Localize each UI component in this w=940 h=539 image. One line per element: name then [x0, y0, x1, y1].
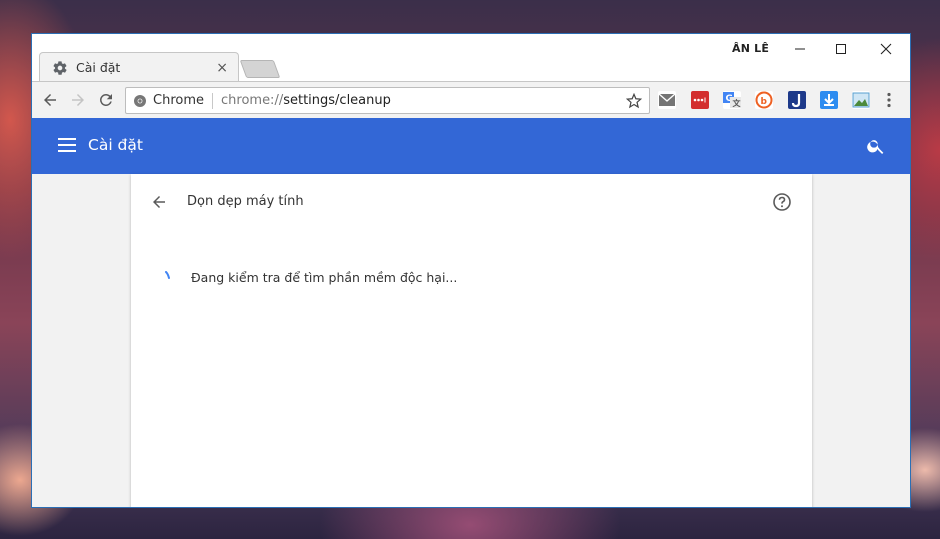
close-icon	[880, 43, 892, 55]
google-translate-icon[interactable]: G文	[723, 91, 741, 109]
maximize-icon	[836, 44, 846, 54]
maximize-button[interactable]	[830, 40, 852, 58]
chrome-menu-button[interactable]	[881, 88, 897, 112]
profile-name[interactable]: ÂN LÊ	[732, 42, 769, 55]
omnibox[interactable]: Chrome chrome://settings/cleanup	[125, 87, 650, 114]
image-extension-icon[interactable]	[852, 91, 870, 109]
minimize-button[interactable]	[789, 40, 811, 58]
back-button[interactable]	[38, 88, 62, 112]
cleanup-card: Dọn dẹp máy tính Đang kiểm tra để tìm ph…	[131, 174, 812, 507]
title-bar: Cài đặt × ÂN LÊ	[32, 34, 910, 82]
forward-arrow-icon	[72, 94, 84, 106]
minimize-icon	[795, 48, 805, 50]
url-path: settings/cleanup	[283, 93, 391, 108]
kebab-menu-icon	[887, 92, 891, 108]
bitly-icon[interactable]: b	[755, 91, 773, 109]
close-window-button[interactable]	[875, 40, 897, 58]
j-extension-icon[interactable]	[788, 91, 806, 109]
new-tab-button[interactable]	[239, 60, 281, 78]
chrome-icon	[133, 94, 147, 108]
search-icon[interactable]	[866, 136, 886, 156]
loading-spinner	[163, 266, 173, 279]
scan-status-text: Đang kiểm tra để tìm phần mềm độc hại...	[191, 270, 458, 285]
tab-close-icon[interactable]: ×	[216, 61, 228, 75]
omnibox-divider	[212, 92, 213, 109]
forward-button[interactable]	[66, 88, 90, 112]
lastpass-icon[interactable]	[691, 91, 709, 109]
back-arrow-icon[interactable]	[150, 193, 168, 211]
tab-title: Cài đặt	[76, 60, 121, 75]
chrome-window: Cài đặt × ÂN LÊ Chrome chrome://settings…	[31, 33, 911, 508]
page-title: Dọn dẹp máy tính	[187, 194, 304, 209]
back-arrow-icon	[44, 94, 56, 106]
hamburger-menu-icon[interactable]	[58, 138, 76, 152]
svg-text:b: b	[761, 97, 768, 107]
reload-button[interactable]	[94, 88, 118, 112]
svg-text:文: 文	[733, 98, 742, 108]
settings-title: Cài đặt	[88, 136, 143, 154]
toolbar: Chrome chrome://settings/cleanup G文 b	[32, 81, 910, 118]
url-text[interactable]: chrome://settings/cleanup	[221, 93, 623, 108]
download-icon[interactable]	[820, 91, 838, 109]
gear-icon	[52, 60, 68, 76]
bookmark-star-icon[interactable]	[623, 90, 645, 112]
settings-header: Cài đặt	[32, 118, 910, 174]
gmail-icon[interactable]	[658, 91, 676, 109]
url-scheme: chrome://	[221, 93, 284, 108]
site-chip-label: Chrome	[153, 93, 204, 108]
help-icon[interactable]	[772, 192, 792, 212]
tab-settings[interactable]: Cài đặt ×	[39, 52, 239, 82]
reload-icon	[99, 94, 112, 106]
settings-content: Dọn dẹp máy tính Đang kiểm tra để tìm ph…	[32, 174, 910, 507]
